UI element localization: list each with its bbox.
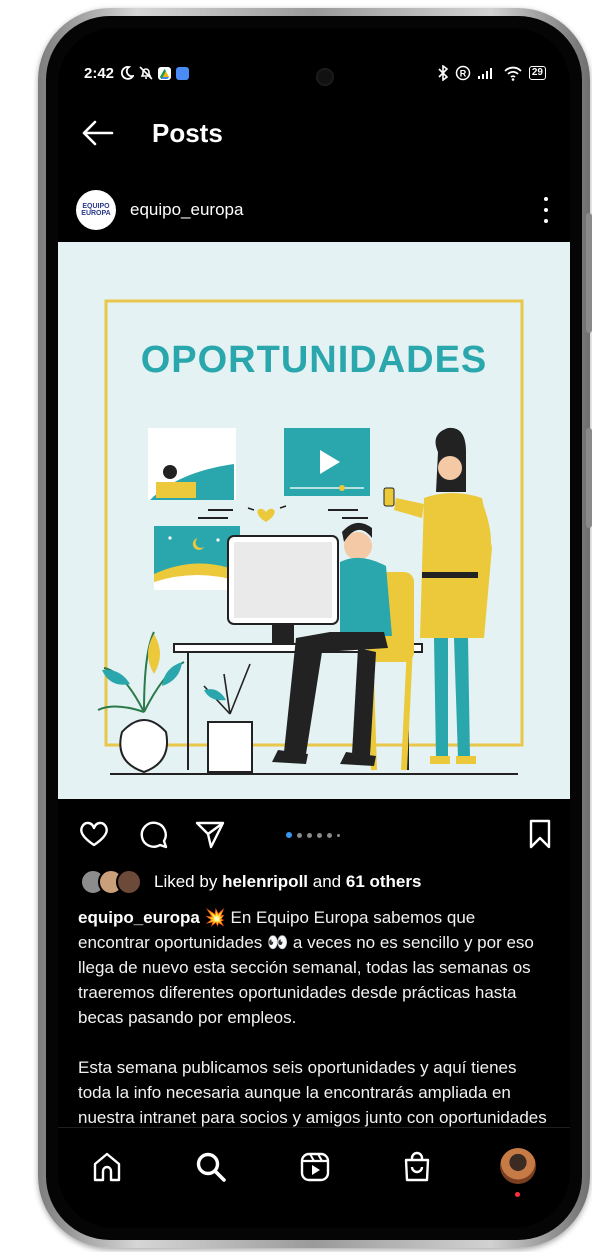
bluetooth-icon <box>438 65 449 81</box>
status-time: 2:42 <box>84 64 115 82</box>
reels-icon[interactable] <box>298 1150 332 1184</box>
phone-bezel: 2:42 R 29 Posts EQUIPO EUROPA equipo_eur… <box>46 16 582 1240</box>
caption-username[interactable]: equipo_europa <box>78 908 200 927</box>
power-button <box>586 428 592 528</box>
carousel-dot-active <box>286 832 292 838</box>
likes-prefix: Liked by <box>154 872 218 891</box>
share-send-icon[interactable] <box>194 818 226 850</box>
liker-avatars <box>80 869 142 895</box>
likes-others[interactable]: 61 others <box>346 872 422 892</box>
carousel-dot <box>327 832 332 838</box>
muted-bell-icon <box>139 66 153 80</box>
likes-middle: and <box>312 872 342 891</box>
carousel-dot <box>297 832 302 838</box>
author-avatar[interactable]: EQUIPO EUROPA <box>76 190 116 230</box>
back-arrow-icon[interactable] <box>80 118 114 148</box>
author-username[interactable]: equipo_europa <box>130 200 243 220</box>
profile-avatar[interactable] <box>500 1148 536 1184</box>
more-options-icon[interactable] <box>542 197 550 223</box>
search-icon[interactable] <box>194 1150 228 1184</box>
save-bookmark-icon[interactable] <box>524 818 556 850</box>
notification-dot <box>515 1192 520 1197</box>
phone-frame: 2:42 R 29 Posts EQUIPO EUROPA equipo_eur… <box>38 8 592 1248</box>
svg-text:R: R <box>460 69 467 79</box>
carousel-dot <box>317 832 322 838</box>
phone-screen: 2:42 R 29 Posts EQUIPO EUROPA equipo_eur… <box>58 28 570 1228</box>
drive-app-icon <box>158 66 172 80</box>
page-title: Posts <box>152 117 223 148</box>
likes-summary[interactable]: Liked by helenripoll and 61 others <box>80 866 560 898</box>
carousel-dot <box>337 833 340 837</box>
post-header: EQUIPO EUROPA equipo_europa <box>58 188 570 232</box>
status-bar: 2:42 R 29 <box>84 60 546 86</box>
like-heart-icon[interactable] <box>78 818 110 850</box>
app-bar: Posts <box>58 108 570 158</box>
image-heading: OPORTUNIDADES <box>141 339 488 381</box>
calendar-app-icon <box>176 66 190 80</box>
image-background <box>58 242 570 799</box>
battery-level: 29 <box>528 66 546 80</box>
likes-user[interactable]: helenripoll <box>222 872 308 892</box>
post-image[interactable]: OPORTUNIDADES <box>58 242 570 799</box>
post-actions <box>58 814 570 854</box>
registered-icon: R <box>455 65 471 81</box>
wifi-icon <box>504 66 522 81</box>
signal-icon <box>477 68 492 79</box>
volume-button <box>586 213 592 333</box>
shop-icon[interactable] <box>400 1150 434 1184</box>
home-icon[interactable] <box>90 1150 124 1184</box>
do-not-disturb-icon <box>121 66 135 80</box>
comment-icon[interactable] <box>138 818 170 850</box>
bottom-nav <box>58 1127 570 1228</box>
liker-avatar <box>116 869 142 895</box>
carousel-dot <box>307 832 312 838</box>
carousel-indicator <box>286 832 340 838</box>
